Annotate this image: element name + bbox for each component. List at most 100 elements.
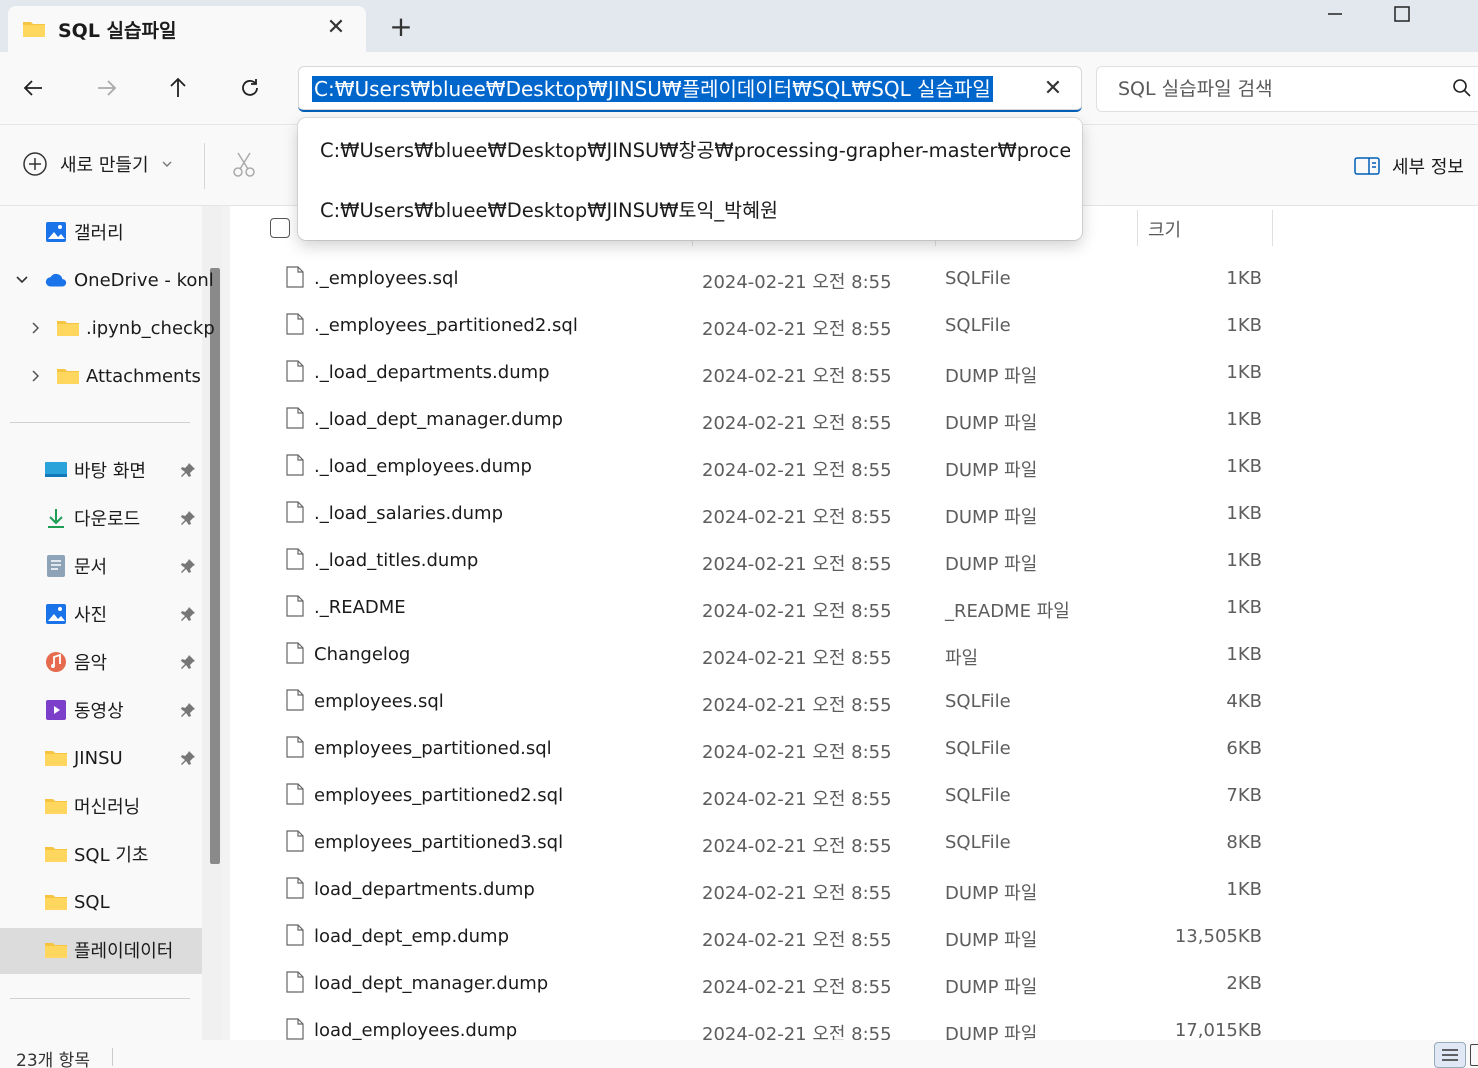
sidebar-item-머신러닝[interactable]: 머신러닝 — [44, 784, 140, 828]
folder-icon — [44, 938, 68, 962]
table-row[interactable]: load_employees.dump 2024-02-21 오전 8:55 DUM… — [230, 1008, 1478, 1040]
column-divider[interactable] — [1137, 210, 1138, 246]
table-row[interactable]: ._employees_partitioned2.sql 2024-02-21 오… — [230, 303, 1478, 350]
file-icon — [286, 783, 304, 810]
table-row[interactable]: employees_partitioned3.sql 2024-02-21 오전 … — [230, 820, 1478, 867]
table-row[interactable]: ._load_departments.dump 2024-02-21 오전 8:5… — [230, 350, 1478, 397]
pin-icon[interactable] — [180, 510, 196, 531]
file-date: 2024-02-21 오전 8:55 — [702, 319, 892, 340]
new-button[interactable]: 새로 만들기 — [22, 151, 173, 177]
scrollbar-thumb[interactable] — [210, 268, 220, 864]
list-view-icon — [1442, 1049, 1458, 1061]
file-name: load_dept_manager.dump — [314, 973, 549, 994]
file-icon — [286, 736, 304, 763]
table-row[interactable]: employees.sql 2024-02-21 오전 8:55 SQLFile 4K… — [230, 679, 1478, 726]
table-row[interactable]: employees_partitioned.sql 2024-02-21 오전 8… — [230, 726, 1478, 773]
up-button[interactable] — [156, 66, 200, 110]
folder-icon — [44, 842, 68, 866]
pin-icon[interactable] — [180, 558, 196, 579]
file-size: 13,505KB — [1174, 926, 1262, 947]
search-box[interactable] — [1096, 66, 1478, 112]
forward-button[interactable] — [84, 66, 128, 110]
sidebar-item-사진[interactable]: 사진 — [44, 592, 107, 636]
new-tab-button[interactable]: + — [386, 12, 416, 42]
file-type: SQLFile — [945, 691, 1011, 712]
details-pane-button[interactable]: 세부 정보 — [1354, 153, 1464, 179]
chevron-right-icon[interactable] — [24, 316, 48, 340]
file-name: employees_partitioned.sql — [314, 738, 552, 759]
table-row[interactable]: load_dept_manager.dump 2024-02-21 오전 8:55… — [230, 961, 1478, 1008]
pin-icon[interactable] — [180, 750, 196, 771]
sidebar-item-jinsu[interactable]: JINSU — [44, 736, 123, 780]
sidebar-item-onedrive[interactable]: OneDrive - konl — [10, 258, 214, 302]
sidebar-item-문서[interactable]: 문서 — [44, 544, 107, 588]
file-type: DUMP 파일 — [945, 883, 1038, 904]
table-row[interactable]: employees_partitioned2.sql 2024-02-21 오전 … — [230, 773, 1478, 820]
column-divider[interactable] — [1272, 210, 1273, 246]
sidebar-item-label: 동영상 — [74, 701, 124, 722]
video-icon — [44, 698, 68, 722]
suggestion-item[interactable]: C:₩Users₩bluee₩Desktop₩JINSU₩창공₩processi… — [320, 134, 1070, 164]
sidebar-item-label: SQL 기초 — [74, 845, 149, 866]
sidebar-item-sql-기초[interactable]: SQL 기초 — [44, 832, 148, 876]
file-icon — [286, 313, 304, 340]
table-row[interactable]: ._employees.sql 2024-02-21 오전 8:55 SQLFile… — [230, 256, 1478, 303]
select-all-checkbox[interactable] — [270, 218, 290, 238]
file-name: load_departments.dump — [314, 879, 535, 900]
minimize-button[interactable] — [1304, 0, 1364, 34]
search-icon[interactable] — [1452, 78, 1472, 103]
table-row[interactable]: Changelog 2024-02-21 오전 8:55 파일 1KB — [230, 632, 1478, 679]
file-icon — [286, 830, 304, 857]
table-row[interactable]: load_departments.dump 2024-02-21 오전 8:55 D… — [230, 867, 1478, 914]
details-view-button[interactable] — [1434, 1042, 1466, 1068]
download-icon — [44, 506, 68, 530]
sidebar-item-플레이데이터[interactable]: 플레이데이터 — [44, 928, 173, 972]
sidebar-item-다운로드[interactable]: 다운로드 — [44, 496, 140, 540]
sidebar-item-sql[interactable]: SQL — [44, 880, 110, 924]
file-icon — [286, 360, 304, 387]
address-bar[interactable]: C:₩Users₩bluee₩Desktop₩JINSU₩플레이데이터₩SQL₩… — [298, 66, 1082, 112]
sidebar-item-label: Attachments — [86, 365, 201, 387]
sidebar-item-음악[interactable]: 음악 — [44, 640, 107, 684]
file-icon — [286, 407, 304, 434]
file-size: 7KB — [1226, 785, 1262, 806]
pin-icon[interactable] — [180, 654, 196, 675]
sidebar-item-ipynb[interactable]: .ipynb_checkp — [24, 306, 215, 350]
cut-icon[interactable] — [230, 151, 258, 184]
details-label: 세부 정보 — [1392, 157, 1464, 178]
file-icon — [286, 971, 304, 998]
table-row[interactable]: ._load_titles.dump 2024-02-21 오전 8:55 DUMP… — [230, 538, 1478, 585]
search-input[interactable] — [1096, 66, 1436, 112]
table-row[interactable]: ._README 2024-02-21 오전 8:55 _README 파일 1KB — [230, 585, 1478, 632]
sidebar-item-동영상[interactable]: 동영상 — [44, 688, 124, 732]
sidebar-item-바탕-화면[interactable]: 바탕 화면 — [44, 448, 146, 492]
table-row[interactable]: ._load_employees.dump 2024-02-21 오전 8:55 D… — [230, 444, 1478, 491]
maximize-button[interactable] — [1372, 0, 1432, 34]
pin-icon[interactable] — [180, 462, 196, 483]
address-text[interactable]: C:₩Users₩bluee₩Desktop₩JINSU₩플레이데이터₩SQL₩… — [312, 76, 993, 102]
sidebar-item-gallery[interactable]: 갤러리 — [44, 210, 124, 254]
chevron-down-icon[interactable] — [10, 268, 34, 292]
file-name: ._load_salaries.dump — [314, 503, 503, 524]
tiles-view-button[interactable] — [1470, 1044, 1478, 1066]
table-row[interactable]: ._load_dept_manager.dump 2024-02-21 오전 8:… — [230, 397, 1478, 444]
pin-icon[interactable] — [180, 702, 196, 723]
new-button-label: 새로 만들기 — [60, 155, 149, 176]
file-size: 6KB — [1226, 738, 1262, 759]
back-button[interactable] — [12, 66, 56, 110]
chevron-right-icon[interactable] — [24, 364, 48, 388]
file-date: 2024-02-21 오전 8:55 — [702, 413, 892, 434]
sidebar-item-attachments[interactable]: Attachments — [24, 354, 201, 398]
music-icon — [44, 650, 68, 674]
table-row[interactable]: load_dept_emp.dump 2024-02-21 오전 8:55 DUMP… — [230, 914, 1478, 961]
navigation-bar: C:₩Users₩bluee₩Desktop₩JINSU₩플레이데이터₩SQL₩… — [0, 52, 1478, 124]
table-row[interactable]: ._load_salaries.dump 2024-02-21 오전 8:55 DU… — [230, 491, 1478, 538]
suggestion-item[interactable]: C:₩Users₩bluee₩Desktop₩JINSU₩토익_박혜원 — [320, 194, 1070, 224]
refresh-button[interactable] — [228, 66, 272, 110]
pin-icon[interactable] — [180, 606, 196, 627]
close-tab-icon[interactable]: ✕ — [322, 14, 350, 42]
column-header-size[interactable]: 크기 — [1148, 216, 1181, 242]
file-size: 4KB — [1226, 691, 1262, 712]
clear-address-icon[interactable]: ✕ — [1038, 74, 1068, 104]
tab-sql-practice[interactable]: SQL 실습파일 ✕ — [8, 6, 366, 52]
